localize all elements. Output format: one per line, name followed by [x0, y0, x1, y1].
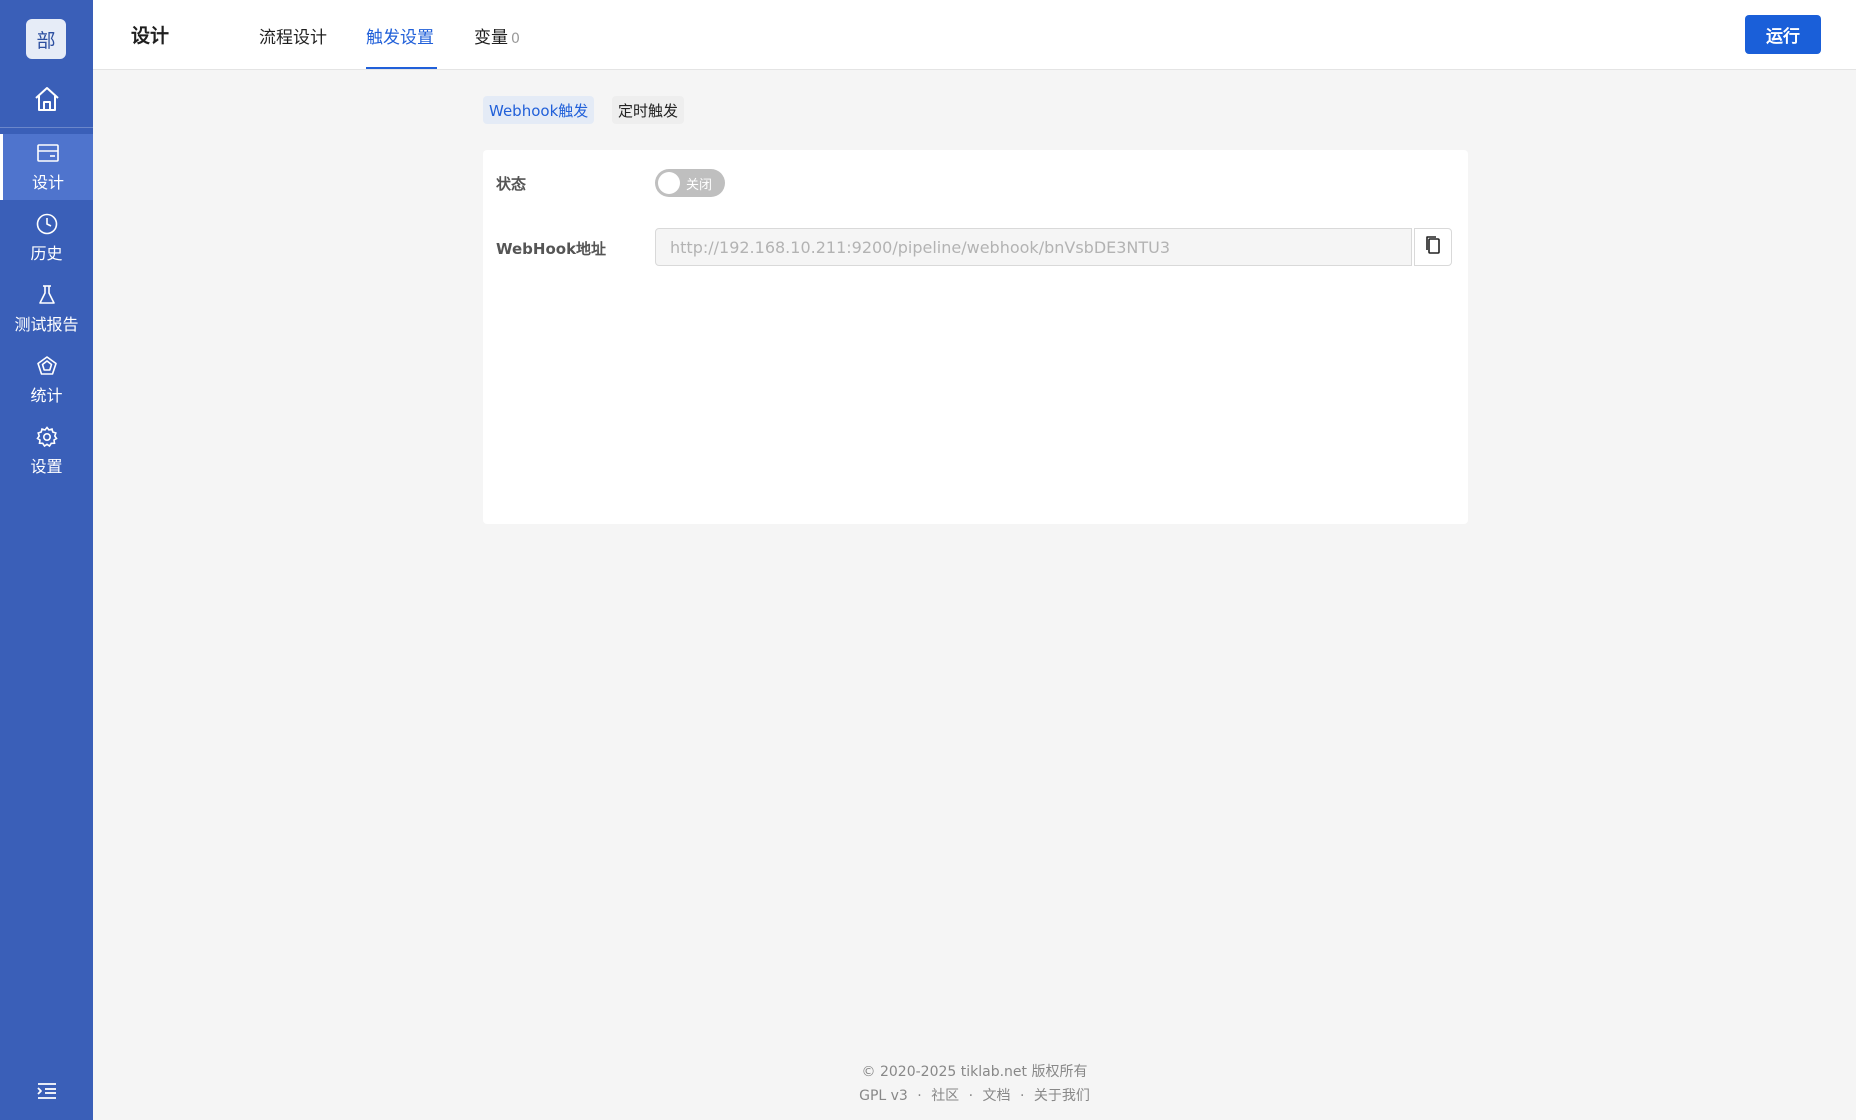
about-link[interactable]: 关于我们 — [1034, 1088, 1090, 1104]
page-title: 设计 — [131, 25, 170, 47]
flask-icon — [35, 283, 59, 307]
copy-icon — [1424, 235, 1442, 259]
docs-link[interactable]: 文档 — [983, 1088, 1011, 1104]
sidebar-item-design[interactable]: 设计 — [0, 134, 93, 200]
copy-url-button[interactable] — [1414, 228, 1452, 266]
home-icon — [32, 84, 62, 118]
sidebar-item-label: 测试报告 — [14, 315, 79, 334]
tab-label: 变量 — [474, 28, 508, 48]
footer-separator: · — [1020, 1088, 1025, 1104]
subtab-webhook-trigger[interactable]: Webhook触发 — [483, 96, 595, 124]
run-button[interactable]: 运行 — [1745, 15, 1821, 54]
collapse-sidebar-button[interactable] — [0, 1073, 93, 1113]
status-toggle[interactable]: 关闭 — [655, 169, 725, 197]
tab-flow-design[interactable]: 流程设计 — [259, 23, 327, 48]
clock-icon — [35, 212, 59, 236]
status-label: 状态 — [496, 175, 527, 193]
header: 设计 流程设计 触发设置 变量 0 运行 — [93, 0, 1856, 70]
license-link[interactable]: GPL v3 — [859, 1088, 908, 1104]
sidebar: 部 设计 历史 测试报告 统计 设置 — [0, 0, 93, 1120]
sidebar-item-label: 设计 — [31, 173, 64, 192]
variable-count: 0 — [511, 31, 520, 47]
tab-label: 流程设计 — [259, 28, 327, 48]
toggle-knob — [658, 172, 680, 194]
app-logo[interactable]: 部 — [26, 19, 66, 59]
webhook-url-field[interactable] — [655, 228, 1412, 266]
subtab-label: 定时触发 — [618, 101, 679, 120]
tab-variables[interactable]: 变量 0 — [474, 23, 520, 48]
tab-label: 触发设置 — [366, 28, 434, 48]
footer-separator: · — [968, 1088, 974, 1104]
gear-icon — [35, 425, 59, 449]
sidebar-item-label: 历史 — [30, 244, 63, 263]
subtab-scheduled-trigger[interactable]: 定时触发 — [612, 96, 685, 124]
webhook-settings-card: 状态 关闭 WebHook地址 — [483, 150, 1468, 524]
sidebar-item-label: 统计 — [30, 386, 63, 405]
sidebar-item-statistics[interactable]: 统计 — [0, 347, 93, 413]
pentagon-icon — [35, 354, 59, 378]
active-tab-indicator — [366, 67, 437, 69]
sidebar-divider — [0, 127, 93, 128]
sidebar-item-label: 设置 — [30, 457, 63, 476]
subtab-label: Webhook触发 — [489, 101, 589, 120]
community-link[interactable]: 社区 — [931, 1088, 959, 1104]
webhook-url-label: WebHook地址 — [496, 240, 607, 258]
home-button[interactable] — [0, 76, 93, 126]
toggle-text: 关闭 — [686, 178, 713, 193]
indent-icon — [36, 1082, 58, 1104]
footer-copyright: © 2020-2025 tiklab.net 版权所有 — [861, 1064, 1088, 1080]
footer-links: GPL v3 · 社区 · 文档 · 关于我们 — [93, 1085, 1856, 1105]
card-icon — [36, 141, 60, 165]
sidebar-item-settings[interactable]: 设置 — [0, 418, 93, 484]
tab-trigger-settings[interactable]: 触发设置 — [366, 23, 434, 48]
footer-separator: · — [917, 1088, 922, 1104]
sidebar-item-test-report[interactable]: 测试报告 — [0, 276, 93, 342]
sidebar-item-history[interactable]: 历史 — [0, 205, 93, 271]
